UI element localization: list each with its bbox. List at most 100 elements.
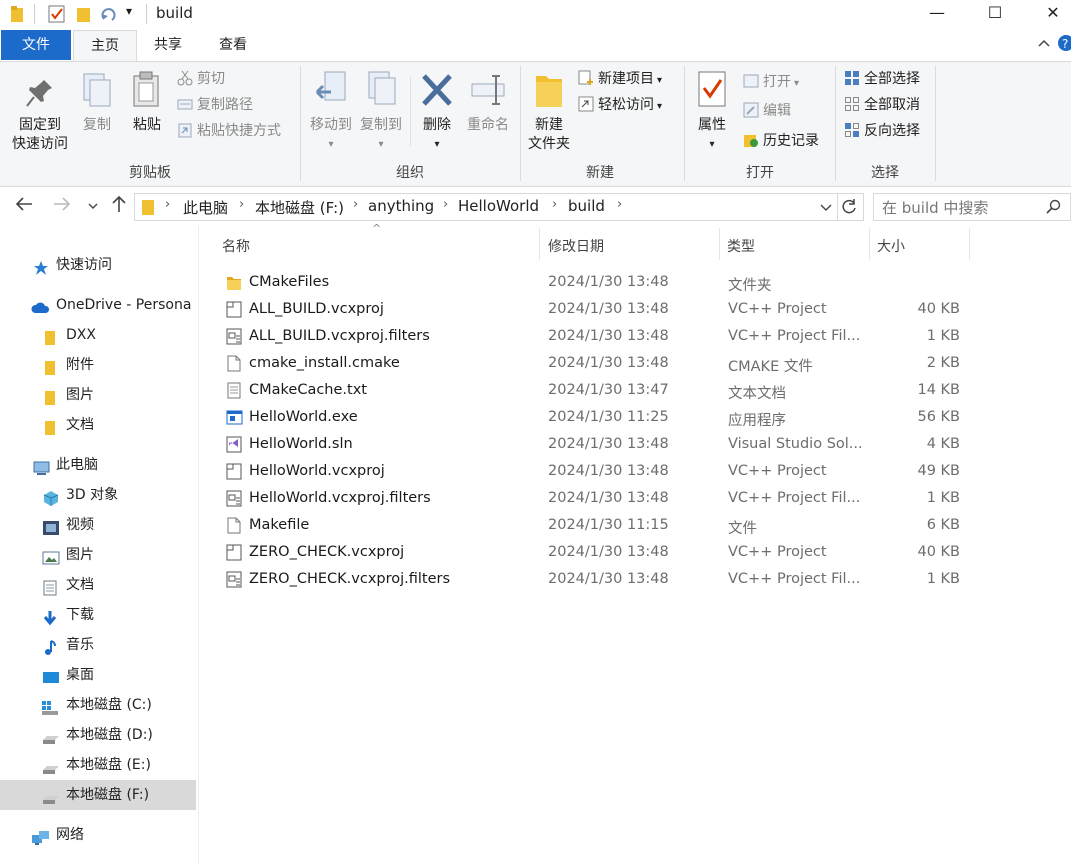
column-header-type[interactable]: 类型 xyxy=(727,236,755,256)
file-icon xyxy=(226,517,242,534)
column-header-name[interactable]: 名称 xyxy=(222,236,250,256)
file-row[interactable]: HelloWorld.vcxproj 2024/1/30 13:48 VC++ Pr… xyxy=(218,459,978,486)
sidebar-item-quick-access[interactable]: 快速访问 xyxy=(0,250,196,280)
tab-home[interactable]: 主页 xyxy=(73,30,137,61)
refresh-icon[interactable] xyxy=(841,198,857,220)
quick-access-dropdown[interactable]: ▾ xyxy=(126,4,132,18)
tab-share[interactable]: 共享 xyxy=(140,30,196,60)
open-button[interactable]: 打开 ▾ xyxy=(743,71,799,93)
file-row[interactable]: HelloWorld.sln 2024/1/30 13:48 Visual Stud… xyxy=(218,432,978,459)
file-row[interactable]: cmake_install.cmake 2024/1/30 13:48 CMAKE … xyxy=(218,351,978,378)
sidebar-item-network[interactable]: 网络 xyxy=(0,820,196,850)
sidebar-item-this-pc[interactable]: 此电脑 xyxy=(0,450,196,480)
column-header-date[interactable]: 修改日期 xyxy=(548,236,604,256)
maximize-button[interactable]: ☐ xyxy=(966,0,1024,28)
breadcrumb-chevron-icon[interactable]: › xyxy=(617,197,622,212)
sidebar-item-drive-f[interactable]: 本地磁盘 (F:) xyxy=(0,780,196,810)
tab-file[interactable]: 文件 xyxy=(1,30,71,60)
properties-button[interactable]: 属性 ▾ xyxy=(690,70,734,154)
breadcrumb-this-pc[interactable]: 此电脑 xyxy=(183,197,228,218)
sidebar-item-3d-objects[interactable]: 3D 对象 xyxy=(0,480,196,510)
file-size: 14 KB xyxy=(917,382,960,398)
forward-arrow-icon[interactable] xyxy=(52,194,72,219)
copy-to-button[interactable]: 复制到 ▾ xyxy=(355,70,407,154)
window-title: build xyxy=(156,4,193,22)
move-to-button[interactable]: 移动到 ▾ xyxy=(305,70,357,154)
column-divider[interactable] xyxy=(869,228,870,260)
search-placeholder[interactable]: 在 build 中搜索 xyxy=(882,197,988,218)
sidebar-item-drive-e[interactable]: 本地磁盘 (E:) xyxy=(0,750,196,780)
sidebar-item-drive-c[interactable]: 本地磁盘 (C:) xyxy=(0,690,196,720)
file-row[interactable]: ZERO_CHECK.vcxproj.filters 2024/1/30 13:4… xyxy=(218,567,978,594)
sidebar-item-onedrive-documents[interactable]: 文档 xyxy=(0,410,196,440)
select-all-button[interactable]: 全部选择 xyxy=(844,68,920,90)
column-divider[interactable] xyxy=(969,228,970,260)
column-divider[interactable] xyxy=(539,228,540,260)
close-button[interactable]: ✕ xyxy=(1024,0,1071,28)
search-icon[interactable] xyxy=(1046,199,1062,219)
sidebar-item-videos[interactable]: 视频 xyxy=(0,510,196,540)
breadcrumb-chevron-icon[interactable]: › xyxy=(353,197,358,212)
new-folder-quick-icon[interactable] xyxy=(76,5,92,27)
sidebar-item-onedrive[interactable]: OneDrive - Persona xyxy=(0,290,196,320)
breadcrumb-chevron-icon[interactable]: › xyxy=(165,197,170,212)
paste-shortcut-button[interactable]: 粘贴快捷方式 xyxy=(177,120,281,142)
sidebar-item-documents[interactable]: 文档 xyxy=(0,570,196,600)
back-arrow-icon[interactable] xyxy=(14,194,34,219)
address-history-chevron-icon[interactable] xyxy=(819,200,833,218)
sidebar-item-drive-d[interactable]: 本地磁盘 (D:) xyxy=(0,720,196,750)
file-row[interactable]: HelloWorld.exe 2024/1/30 11:25 应用程序 56 KB xyxy=(218,405,978,432)
breadcrumb-build[interactable]: build xyxy=(568,197,605,215)
paste-button[interactable]: 粘贴 xyxy=(126,70,168,135)
breadcrumb-chevron-icon[interactable]: › xyxy=(239,197,244,212)
undo-quick-icon[interactable] xyxy=(100,5,118,27)
breadcrumb-chevron-icon[interactable]: › xyxy=(443,197,448,212)
rename-button[interactable]: 重命名 xyxy=(462,70,514,135)
sidebar-item-desktop[interactable]: 桌面 xyxy=(0,660,196,690)
column-header-size[interactable]: 大小 xyxy=(877,236,905,256)
pin-to-quick-access-button[interactable]: 固定到 快速访问 xyxy=(8,76,72,154)
select-none-button[interactable]: 全部取消 xyxy=(844,94,920,116)
column-divider[interactable] xyxy=(719,228,720,260)
sidebar-item-pictures[interactable]: 图片 xyxy=(0,540,196,570)
cut-button[interactable]: 剪切 xyxy=(177,68,225,90)
sidebar-item-downloads[interactable]: 下载 xyxy=(0,600,196,630)
minimize-button[interactable]: — xyxy=(908,0,966,28)
copy-button[interactable]: 复制 xyxy=(77,70,117,135)
file-row[interactable]: ALL_BUILD.vcxproj.filters 2024/1/30 13:48… xyxy=(218,324,978,351)
new-item-button[interactable]: 新建项目 ▾ xyxy=(578,68,662,90)
collapse-ribbon-icon[interactable] xyxy=(1036,35,1052,55)
properties-quick-icon[interactable] xyxy=(48,5,66,27)
rename-label: 重命名 xyxy=(467,117,509,133)
delete-button[interactable]: 删除 ▾ xyxy=(417,70,457,154)
breadcrumb-chevron-icon[interactable]: › xyxy=(552,197,557,212)
up-arrow-icon[interactable] xyxy=(110,194,128,219)
sidebar-item-music[interactable]: 音乐 xyxy=(0,630,196,660)
file-row[interactable]: ZERO_CHECK.vcxproj 2024/1/30 13:48 VC++ Pr… xyxy=(218,540,978,567)
sidebar-item-onedrive-pictures[interactable]: 图片 xyxy=(0,380,196,410)
file-size: 1 KB xyxy=(926,490,960,506)
help-icon[interactable]: ? xyxy=(1056,34,1071,56)
recent-locations-chevron-icon[interactable] xyxy=(86,197,100,218)
tab-view[interactable]: 查看 xyxy=(204,30,262,60)
new-folder-button[interactable]: 新建 文件夹 xyxy=(524,70,574,154)
history-button[interactable]: 历史记录 xyxy=(743,130,819,152)
drive-icon xyxy=(41,727,59,744)
breadcrumb-helloworld[interactable]: HelloWorld xyxy=(458,197,539,215)
desktop-icon xyxy=(42,667,59,683)
sidebar-item-dxx[interactable]: DXX xyxy=(0,320,196,350)
edit-button[interactable]: 编辑 xyxy=(743,100,791,122)
file-row[interactable]: CMakeFiles 2024/1/30 13:48 文件夹 xyxy=(218,270,978,297)
file-row[interactable]: ALL_BUILD.vcxproj 2024/1/30 13:48 VC++ Pro… xyxy=(218,297,978,324)
search-box[interactable]: 在 build 中搜索 xyxy=(873,193,1071,221)
invert-selection-button[interactable]: 反向选择 xyxy=(844,120,920,142)
file-row[interactable]: Makefile 2024/1/30 11:15 文件 6 KB xyxy=(218,513,978,540)
breadcrumb-drive-f[interactable]: 本地磁盘 (F:) xyxy=(255,197,344,218)
easy-access-button[interactable]: 轻松访问 ▾ xyxy=(578,94,662,116)
file-row[interactable]: CMakeCache.txt 2024/1/30 13:47 文本文档 14 KB xyxy=(218,378,978,405)
address-bar[interactable]: › 此电脑 › 本地磁盘 (F:) › anything › HelloWorl… xyxy=(134,193,864,221)
copy-path-button[interactable]: 复制路径 xyxy=(177,94,253,116)
breadcrumb-anything[interactable]: anything xyxy=(368,197,434,215)
sidebar-item-attachments[interactable]: 附件 xyxy=(0,350,196,380)
file-row[interactable]: HelloWorld.vcxproj.filters 2024/1/30 13:4… xyxy=(218,486,978,513)
